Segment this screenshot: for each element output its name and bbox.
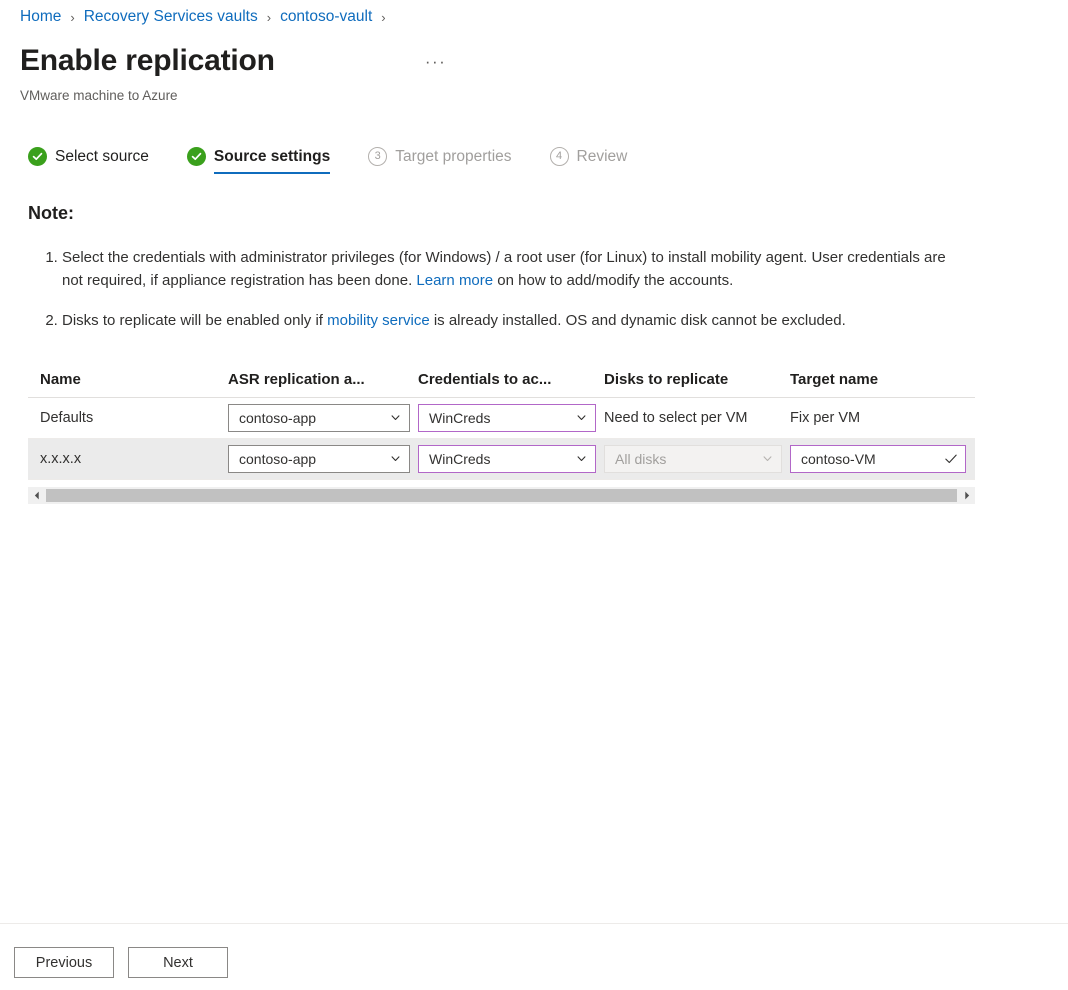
row-name: x.x.x.x [40,451,82,467]
previous-button[interactable]: Previous [14,947,114,978]
note-text: on how to add/modify the accounts. [493,272,734,289]
cell-target-name: Fix per VM [790,410,861,426]
note-item: Select the credentials with administrato… [62,246,958,292]
dropdown-value: All disks [615,451,667,467]
chevron-down-icon [391,415,400,421]
checkmark-icon [945,454,957,464]
cell-disks-to-replicate: All disks [604,445,790,473]
cell-disks-to-replicate: Need to select per VM [604,410,748,426]
breadcrumb-item-contoso-vault[interactable]: contoso-vault [280,8,372,26]
machines-table: Name ASR replication a... Credentials to… [28,362,975,480]
column-header-credentials: Credentials to ac... [418,371,552,388]
breadcrumb-separator-icon: › [70,9,75,25]
dropdown-value: contoso-app [239,410,317,426]
target-name-input[interactable]: contoso-VM [790,445,966,473]
more-options-icon[interactable]: ··· [425,53,446,70]
scrollbar-thumb[interactable] [46,489,957,502]
row-name: Defaults [40,410,94,426]
table-header-row: Name ASR replication a... Credentials to… [28,362,975,398]
credentials-dropdown[interactable]: WinCreds [418,445,596,473]
next-button[interactable]: Next [128,947,228,978]
breadcrumb-separator-icon: › [266,9,272,25]
wizard-step-label: Target properties [395,147,512,165]
table-horizontal-scrollbar[interactable] [28,487,975,504]
scroll-right-arrow-icon[interactable] [958,487,975,504]
column-header-name: Name [40,371,81,388]
wizard-step-target-properties[interactable]: 3 Target properties [368,147,512,176]
chevron-down-icon [577,415,586,421]
note-text: is already installed. OS and dynamic dis… [429,312,846,329]
chevron-down-icon [391,456,400,462]
wizard-step-label: Source settings [213,147,331,165]
target-name-value: contoso-VM [801,451,876,467]
note-list: Select the credentials with administrato… [28,246,958,332]
note-text: Disks to replicate will be enabled only … [62,312,328,329]
wizard-step-review[interactable]: 4 Review [549,147,628,176]
wizard-steps: Select source Source settings 3 Target p… [28,147,665,176]
table-row[interactable]: Defaults contoso-app WinCreds Need to se… [28,398,975,439]
cell-asr-policy: contoso-app [228,404,418,432]
cell-credentials: WinCreds [418,445,604,473]
step-number-circle-icon: 3 [368,147,388,166]
column-header-disks: Disks to replicate [604,371,729,388]
note-item: Disks to replicate will be enabled only … [62,309,958,332]
dropdown-value: WinCreds [429,451,491,467]
check-circle-icon [28,147,47,166]
note-heading: Note: [28,203,74,223]
page-title: Enable replication [20,44,275,77]
chevron-down-icon [577,456,586,462]
footer-divider [0,923,1068,924]
wizard-step-label: Select source [55,147,149,165]
disks-to-replicate-dropdown: All disks [604,445,782,473]
asr-replication-policy-dropdown[interactable]: contoso-app [228,404,410,432]
wizard-step-source-settings[interactable]: Source settings [186,147,331,176]
title-row: Enable replication ··· [20,40,520,82]
scroll-left-arrow-icon[interactable] [28,487,45,504]
page-subtitle: VMware machine to Azure [20,88,178,103]
column-header-asr-policy: ASR replication a... [228,371,365,388]
wizard-step-select-source[interactable]: Select source [28,147,149,176]
cell-target-name: contoso-VM [790,445,975,473]
dropdown-value: WinCreds [429,410,491,426]
enable-replication-page: Home › Recovery Services vaults › contos… [0,0,1068,990]
check-circle-icon [186,147,206,166]
wizard-step-label: Review [576,147,628,165]
learn-more-link[interactable]: Learn more [416,272,493,289]
chevron-down-icon [763,456,772,462]
column-header-target-name: Target name [790,371,879,388]
cell-asr-policy: contoso-app [228,445,418,473]
dropdown-value: contoso-app [239,451,317,467]
breadcrumb-separator-icon: › [381,9,386,25]
table-row[interactable]: x.x.x.x contoso-app WinCreds All disks c… [28,439,975,480]
cell-credentials: WinCreds [418,404,604,432]
breadcrumb: Home › Recovery Services vaults › contos… [20,8,395,26]
step-number-circle-icon: 4 [549,147,569,166]
footer-actions: Previous Next [14,947,242,978]
asr-replication-policy-dropdown[interactable]: contoso-app [228,445,410,473]
mobility-service-link[interactable]: mobility service [327,312,430,329]
credentials-dropdown[interactable]: WinCreds [418,404,596,432]
breadcrumb-item-recovery-services-vaults[interactable]: Recovery Services vaults [84,8,258,26]
breadcrumb-item-home[interactable]: Home [20,8,61,26]
